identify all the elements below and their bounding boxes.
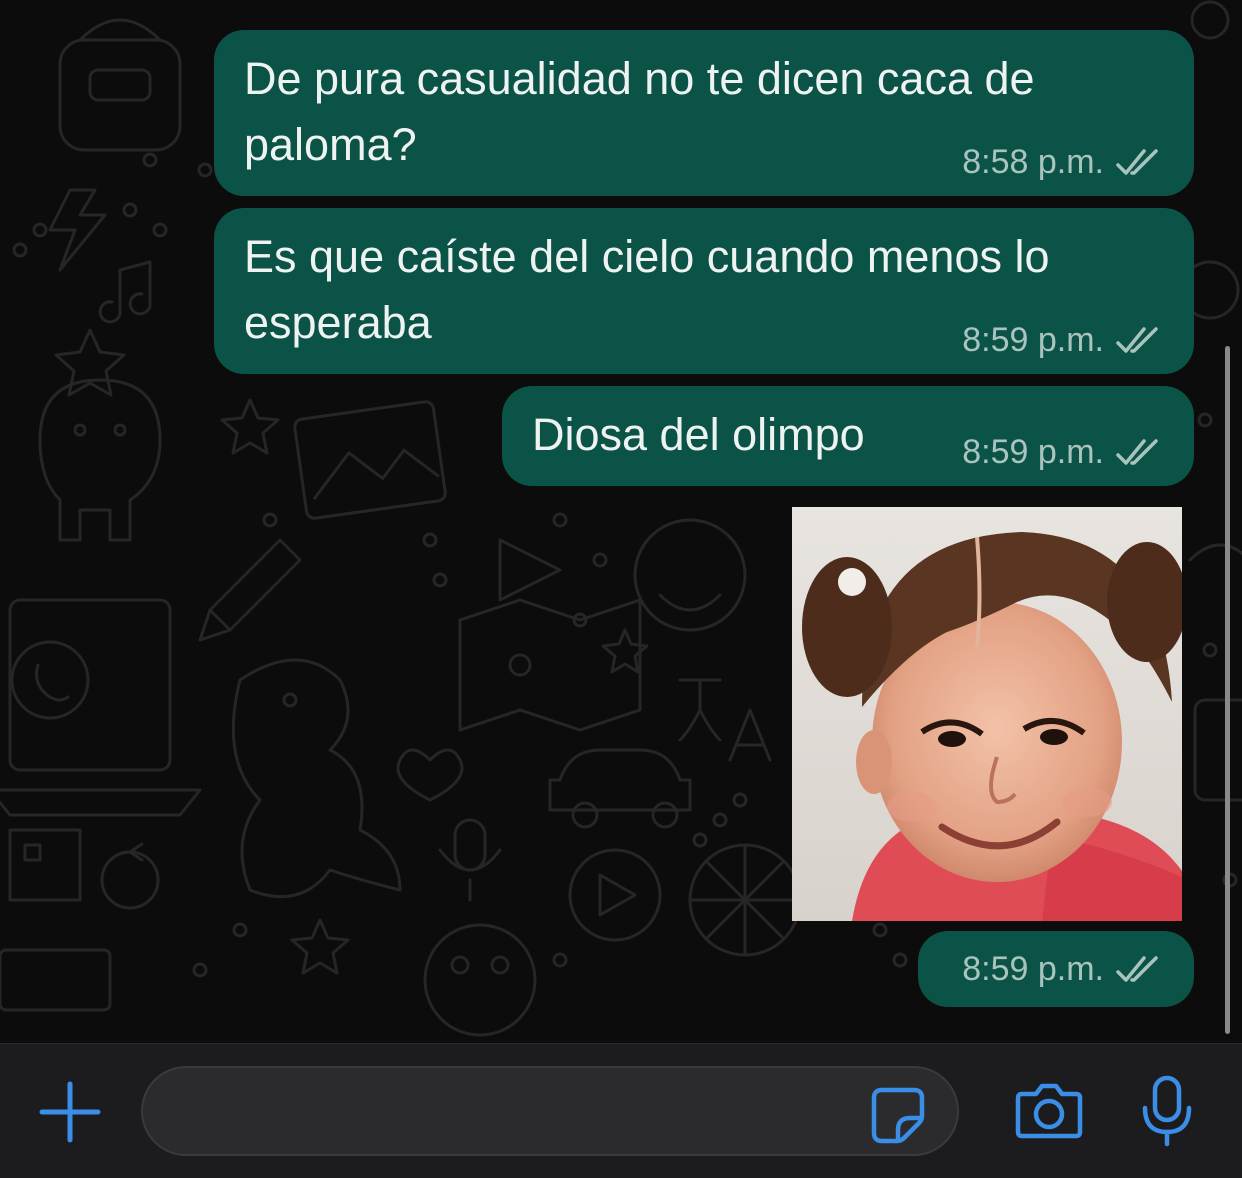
sticker-icon[interactable] bbox=[868, 1084, 928, 1144]
message-meta: 8:59 p.m. bbox=[962, 950, 1162, 989]
message-time: 8:59 p.m. bbox=[962, 321, 1104, 359]
message-text: Diosa del olimpo bbox=[532, 402, 932, 468]
read-double-check-icon bbox=[1116, 955, 1158, 982]
read-double-check-icon bbox=[1116, 148, 1158, 175]
microphone-icon[interactable] bbox=[1140, 1074, 1194, 1148]
message-time: 8:59 p.m. bbox=[962, 433, 1104, 471]
outgoing-message-bubble[interactable]: Es que caíste del cielo cuando menos lo … bbox=[214, 208, 1194, 374]
read-double-check-icon bbox=[1116, 326, 1158, 353]
outgoing-message-bubble[interactable]: Diosa del olimpo 8:59 p.m. bbox=[502, 386, 1194, 486]
chat-area[interactable]: De pura casualidad no te dicen caca de p… bbox=[0, 0, 1242, 1043]
message-meta: 8:58 p.m. bbox=[962, 143, 1162, 182]
outgoing-message-bubble[interactable]: De pura casualidad no te dicen caca de p… bbox=[214, 30, 1194, 196]
read-double-check-icon bbox=[1116, 438, 1158, 465]
message-input[interactable] bbox=[141, 1066, 959, 1156]
plus-icon[interactable] bbox=[38, 1080, 102, 1144]
scrollbar[interactable] bbox=[1225, 346, 1230, 1034]
message-line: Diosa del olimpo bbox=[532, 409, 865, 460]
message-line: Es que caíste del cielo cuando menos lo bbox=[244, 231, 1050, 282]
child-face-image bbox=[792, 507, 1182, 921]
message-time: 8:58 p.m. bbox=[962, 143, 1104, 181]
sticker-image[interactable] bbox=[792, 507, 1182, 921]
outgoing-message-bubble[interactable]: 8:59 p.m. bbox=[918, 931, 1194, 1007]
message-time: 8:59 p.m. bbox=[962, 950, 1104, 988]
message-meta: 8:59 p.m. bbox=[962, 433, 1162, 472]
message-meta: 8:59 p.m. bbox=[962, 321, 1162, 360]
message-line: De pura casualidad no te dicen caca de bbox=[244, 53, 1035, 104]
camera-icon[interactable] bbox=[1014, 1080, 1084, 1142]
